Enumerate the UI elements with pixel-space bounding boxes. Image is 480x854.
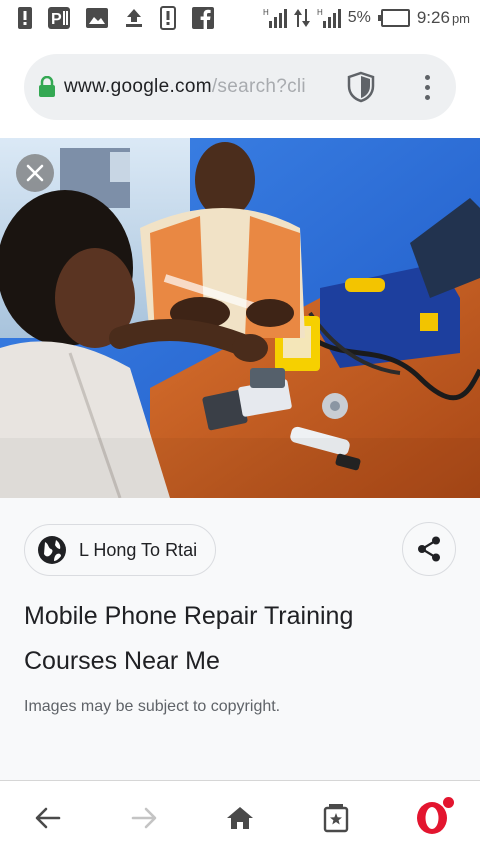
- image-info-panel: L Hong To Rtai Mobile Phone Repair Train…: [0, 498, 480, 780]
- source-chip[interactable]: L Hong To Rtai: [24, 524, 217, 576]
- address-bar[interactable]: www.google.com/search?cli: [24, 54, 456, 120]
- url-host: www.google.com: [64, 76, 212, 97]
- status-bar: P H H 5% 9:26 pm: [0, 0, 480, 36]
- close-icon: [26, 164, 44, 182]
- result-title[interactable]: Mobile Phone Repair Training Courses Nea…: [24, 594, 444, 684]
- share-icon: [417, 536, 441, 562]
- svg-text:H: H: [317, 8, 323, 17]
- tabs-icon: [322, 803, 350, 833]
- lock-icon[interactable]: [38, 76, 56, 98]
- svg-text:H: H: [263, 8, 269, 17]
- phone-alert-icon: [160, 6, 176, 30]
- svg-text:P: P: [51, 11, 62, 28]
- forward-icon: [131, 807, 157, 829]
- url-text[interactable]: www.google.com/search?cli: [64, 76, 334, 98]
- url-path: /search?cli: [211, 76, 306, 97]
- signal-h-icon: H: [263, 7, 287, 29]
- tabs-button[interactable]: [306, 788, 366, 848]
- image-icon: [86, 8, 108, 28]
- page: P H H 5% 9:26 pm www.google.com/search?c…: [0, 0, 480, 854]
- result-image[interactable]: [0, 138, 480, 498]
- clock-time: 9:26: [416, 8, 450, 27]
- notification-icons: P: [18, 6, 214, 30]
- system-status: H H 5% 9:26 pm: [263, 7, 470, 29]
- alert-icon: [18, 7, 32, 29]
- forward-button[interactable]: [114, 788, 174, 848]
- clock: 9:26 pm: [417, 8, 470, 28]
- share-button[interactable]: [402, 522, 456, 576]
- upload-icon: [124, 8, 144, 28]
- back-button[interactable]: [18, 788, 78, 848]
- battery-icon: [377, 9, 410, 27]
- battery-percent: 5%: [347, 9, 371, 26]
- close-image-button[interactable]: [16, 154, 54, 192]
- clock-ampm: pm: [451, 11, 470, 26]
- globe-icon: [37, 535, 67, 565]
- home-button[interactable]: [210, 788, 270, 848]
- facebook-icon: [192, 7, 214, 29]
- source-label: L Hong To Rtai: [79, 539, 198, 560]
- parking-icon: P: [48, 7, 70, 29]
- more-vert-icon[interactable]: [419, 69, 436, 106]
- copyright-note: Images may be subject to copyright.: [24, 698, 281, 715]
- bottom-navigation: [0, 780, 480, 854]
- notification-dot: [443, 796, 454, 808]
- signal-h-icon: H: [317, 7, 341, 29]
- photo-image: [0, 138, 480, 498]
- opera-menu-button[interactable]: [402, 788, 462, 848]
- data-arrows-icon: [293, 7, 310, 29]
- home-icon: [226, 806, 254, 830]
- back-icon: [35, 807, 61, 829]
- shield-icon[interactable]: [346, 71, 376, 103]
